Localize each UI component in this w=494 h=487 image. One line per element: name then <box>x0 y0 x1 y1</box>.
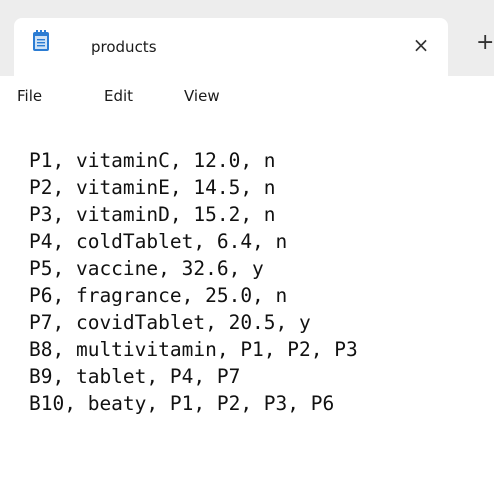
editor-line: P2, vitaminE, 14.5, n <box>29 176 276 199</box>
editor-line: B9, tablet, P4, P7 <box>29 365 241 388</box>
text-editor[interactable]: P1, vitaminC, 12.0, n P2, vitaminE, 14.5… <box>0 118 494 487</box>
editor-line: P5, vaccine, 32.6, y <box>29 257 264 280</box>
editor-line: P3, vitaminD, 15.2, n <box>29 203 276 226</box>
editor-line: B8, multivitamin, P1, P2, P3 <box>29 338 358 361</box>
notepad-window: products × + File Edit View P1, vitaminC… <box>0 0 494 487</box>
editor-line: P4, coldTablet, 6.4, n <box>29 230 288 253</box>
notepad-icon <box>33 30 49 51</box>
editor-line: P7, covidTablet, 20.5, y <box>29 311 311 334</box>
menu-view[interactable]: View <box>184 86 220 106</box>
tab-title: products <box>91 38 157 56</box>
title-bar: products × + <box>0 0 494 76</box>
tab-products[interactable]: products × <box>14 18 448 76</box>
new-tab-icon[interactable]: + <box>476 32 494 54</box>
menu-bar: File Edit View <box>0 76 494 118</box>
editor-line: P1, vitaminC, 12.0, n <box>29 149 276 172</box>
editor-line: P6, fragrance, 25.0, n <box>29 284 288 307</box>
menu-edit[interactable]: Edit <box>104 86 133 106</box>
close-tab-icon[interactable]: × <box>410 34 432 56</box>
menu-file[interactable]: File <box>17 86 42 106</box>
editor-line: B10, beaty, P1, P2, P3, P6 <box>29 392 335 415</box>
